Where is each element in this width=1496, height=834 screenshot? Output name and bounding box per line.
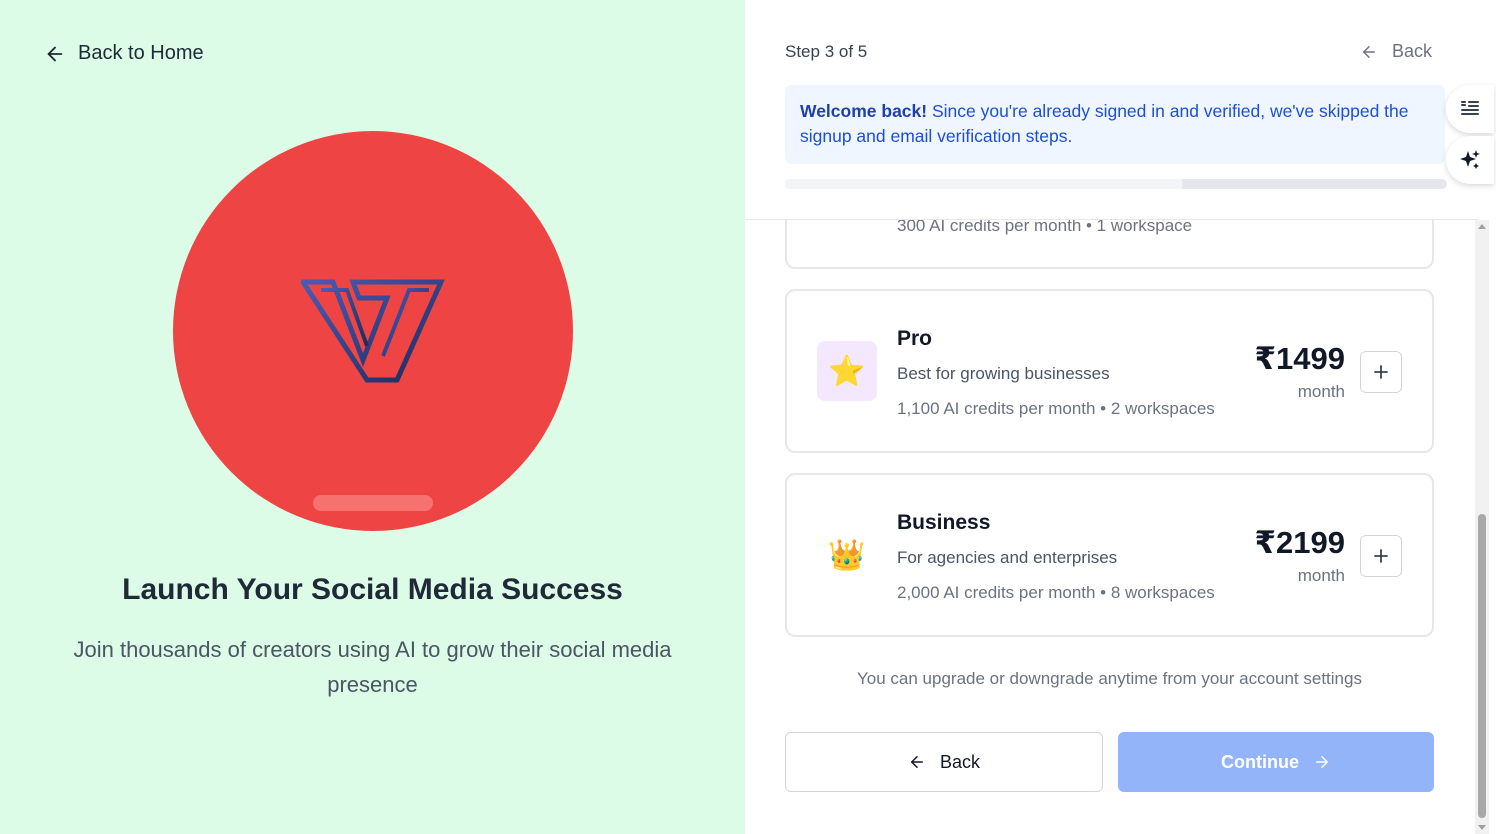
back-to-home-label: Back to Home [78, 42, 204, 64]
plan-period: month [1297, 382, 1345, 401]
plan-card-pro[interactable]: ⭐ Pro Best for growing businesses 1,100 … [785, 289, 1434, 453]
plus-icon [1374, 365, 1388, 379]
plan-features: 2,000 AI credits per month • 8 workspace… [897, 583, 1215, 602]
back-button[interactable]: Back [785, 732, 1103, 792]
back-button-label: Back [939, 751, 981, 772]
arrow-left-icon [1362, 45, 1375, 58]
welcome-notice: Welcome back! Since you're already signe… [785, 85, 1445, 164]
sparkles-icon [1460, 150, 1480, 169]
add-plan-button[interactable] [1360, 535, 1402, 577]
progress-bar [785, 179, 1447, 189]
step-indicator: Step 3 of 5 [785, 42, 868, 61]
hero-circle [173, 131, 573, 531]
crown-icon: 👑 [828, 538, 866, 572]
top-back-label: Back [1391, 41, 1432, 61]
plan-period: month [1297, 566, 1345, 585]
plan-card-starter[interactable]: 300 AI credits per month • 1 workspace [785, 220, 1434, 269]
plan-change-hint: You can upgrade or downgrade anytime fro… [857, 669, 1362, 688]
quote-list-icon [1461, 101, 1479, 115]
scroll-down-arrow[interactable] [1478, 825, 1486, 830]
notice-bold: Welcome back! [800, 101, 928, 121]
plan-description: Best for growing businesses [897, 364, 1110, 383]
plan-description: For agencies and enterprises [897, 548, 1118, 567]
continue-button[interactable]: Continue [1118, 732, 1434, 792]
feedback-side-button[interactable] [1446, 85, 1494, 133]
continue-button-label: Continue [1221, 751, 1299, 772]
plan-name: Pro [897, 327, 933, 350]
ai-assist-side-button[interactable] [1446, 136, 1494, 184]
scrollbar-thumb[interactable] [1478, 514, 1486, 818]
plus-icon [1374, 549, 1388, 563]
back-to-home-link[interactable]: Back to Home [44, 42, 204, 65]
scroll-up-arrow[interactable] [1478, 224, 1486, 229]
plan-price: ₹1499 [1254, 341, 1345, 376]
hero-title: Launch Your Social Media Success [122, 573, 623, 606]
plan-name: Business [897, 511, 991, 534]
arrow-right-icon [1316, 756, 1328, 768]
star-icon: ⭐ [817, 341, 877, 401]
brand-logo-icon [301, 279, 445, 383]
left-panel: Back to Home Launch Your Social Media Su… [0, 0, 745, 834]
plan-price: ₹2199 [1254, 525, 1345, 560]
plan-card-business[interactable]: 👑 Business For agencies and enterprises … [785, 473, 1434, 637]
scrollbar[interactable] [1475, 220, 1489, 834]
plan-features: 1,100 AI credits per month • 2 workspace… [897, 399, 1215, 418]
plan-list-scroll-area: 300 AI credits per month • 1 workspace ⭐… [745, 220, 1478, 834]
arrow-left-icon [910, 756, 923, 768]
arrow-left-icon [47, 46, 63, 61]
add-plan-button[interactable] [1360, 351, 1402, 393]
right-panel: Step 3 of 5 Back Welcome back! Since you… [745, 0, 1496, 834]
hero-subtitle: Join thousands of creators using AI to g… [73, 637, 672, 697]
top-back-button[interactable]: Back [1360, 41, 1432, 62]
hero-circle-bar [313, 495, 433, 511]
plan-features: 300 AI credits per month • 1 workspace [897, 220, 1193, 235]
progress-fill [785, 179, 1183, 189]
